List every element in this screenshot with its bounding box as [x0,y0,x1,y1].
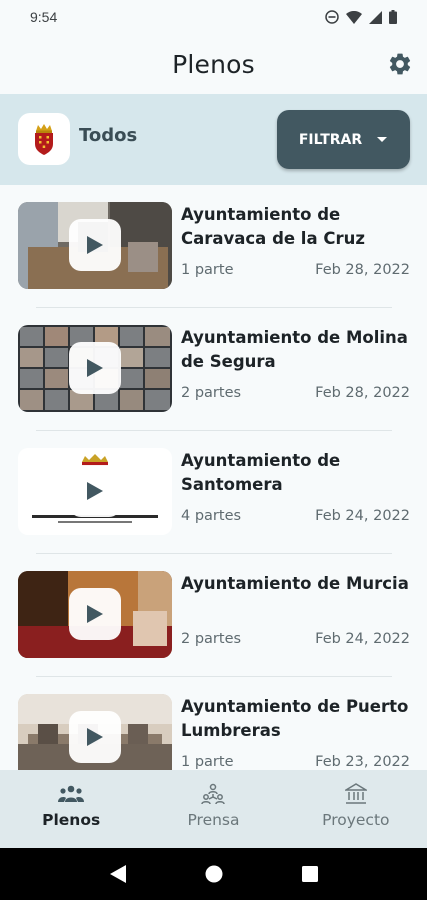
settings-button[interactable] [387,51,413,77]
system-navigation-bar [0,848,427,900]
signal-icon [369,10,382,24]
pleno-parts: 2 partes [181,631,242,647]
play-icon [87,359,103,377]
status-time: 9:54 [30,9,58,25]
play-icon [87,482,103,500]
status-icons [325,10,397,24]
press-icon [200,783,226,805]
app-screen: 9:54 Plenos Todos FILTRAR Ayuntamiento d… [0,0,427,900]
video-thumbnail[interactable] [18,694,172,770]
recents-icon[interactable] [301,866,318,882]
play-button[interactable] [69,711,121,763]
filter-button-label: FILTRAR [298,131,363,148]
wifi-icon [346,10,362,24]
play-icon [87,728,103,746]
pleno-date: Feb 24, 2022 [315,508,410,524]
pleno-date: Feb 24, 2022 [315,631,410,647]
filter-bar: Todos FILTRAR [0,94,427,185]
list-item[interactable]: Ayuntamiento de Murcia 2 partes Feb 24, … [0,554,427,677]
pleno-parts: 2 partes [181,385,242,401]
coat-of-arms-icon [35,124,53,155]
back-icon[interactable] [109,865,126,883]
play-button[interactable] [69,342,121,394]
nav-item-plenos[interactable]: Plenos [0,770,142,848]
video-thumbnail[interactable] [18,202,172,289]
institution-icon [343,783,369,805]
gear-icon [389,53,411,75]
video-thumbnail[interactable] [18,325,172,412]
pleno-title: Ayuntamiento de Puerto Lumbreras [181,697,409,740]
video-thumbnail[interactable] [18,571,172,658]
play-button[interactable] [69,219,121,271]
nav-item-prensa[interactable]: Prensa [142,770,284,848]
region-crest-logo [18,113,70,165]
pleno-parts: 1 parte [181,754,234,770]
caret-down-icon [377,137,388,142]
status-bar: 9:54 [0,0,427,34]
video-thumbnail[interactable] [18,448,172,535]
battery-icon [389,10,397,24]
plenos-list[interactable]: Ayuntamiento de Caravaca de la Cruz 1 pa… [0,185,427,770]
region-filter-label[interactable]: Todos [79,125,137,146]
list-item[interactable]: Ayuntamiento de Caravaca de la Cruz 1 pa… [0,185,427,308]
bottom-navigation: Plenos Prensa Proyecto [0,770,427,848]
pleno-parts: 1 parte [181,262,234,278]
play-button[interactable] [69,465,121,517]
pleno-date: Feb 23, 2022 [315,754,410,770]
pleno-title: Ayuntamiento de Murcia [181,574,409,593]
pleno-title: Ayuntamiento de Santomera [181,451,341,494]
list-item[interactable]: Ayuntamiento de Santomera 4 partes Feb 2… [0,431,427,554]
pleno-title: Ayuntamiento de Caravaca de la Cruz [181,205,365,248]
pleno-title: Ayuntamiento de Molina de Segura [181,328,408,371]
play-icon [87,605,103,623]
pleno-parts: 4 partes [181,508,242,524]
play-button[interactable] [69,588,121,640]
nav-label-proyecto: Proyecto [322,811,390,829]
filter-button[interactable]: FILTRAR [277,110,410,169]
pleno-date: Feb 28, 2022 [315,262,410,278]
home-icon[interactable] [205,865,223,883]
nav-label-prensa: Prensa [187,811,240,829]
people-icon [58,783,85,805]
do-not-disturb-icon [325,10,339,24]
app-bar: Plenos [0,34,427,94]
nav-label-plenos: Plenos [42,811,101,829]
list-item[interactable]: Ayuntamiento de Molina de Segura 2 parte… [0,308,427,431]
play-icon [87,236,103,254]
nav-item-proyecto[interactable]: Proyecto [285,770,427,848]
pleno-date: Feb 28, 2022 [315,385,410,401]
page-title: Plenos [172,49,255,79]
list-item[interactable]: Ayuntamiento de Puerto Lumbreras 1 parte… [0,677,427,770]
